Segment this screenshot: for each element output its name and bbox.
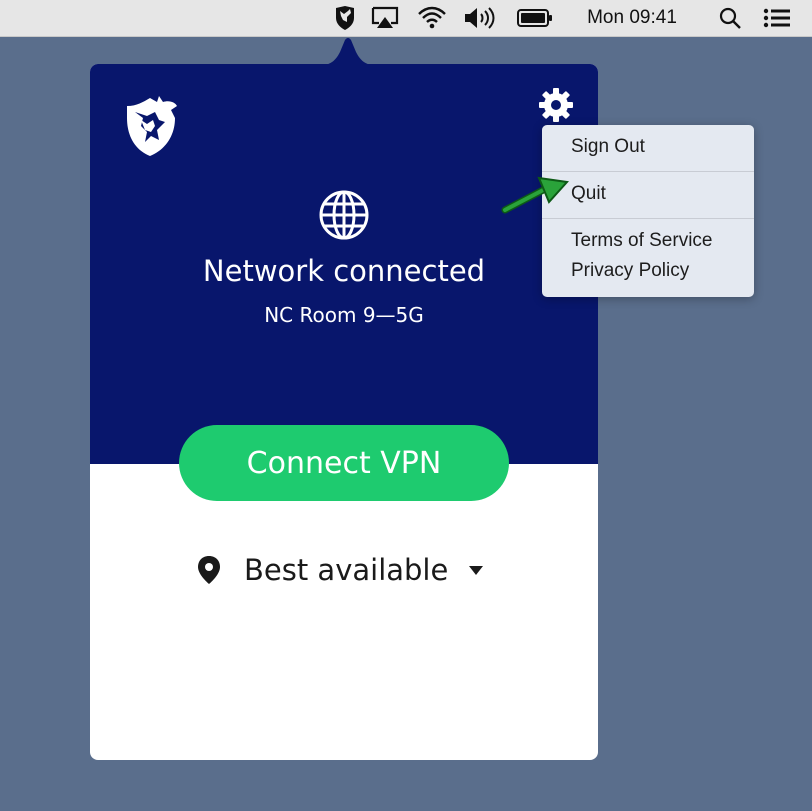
- menu-item-privacy-policy[interactable]: Privacy Policy: [542, 259, 754, 283]
- gear-icon: [539, 88, 573, 122]
- vpn-shield-icon[interactable]: [330, 0, 360, 36]
- menu-item-sign-out[interactable]: Sign Out: [542, 135, 754, 159]
- globe-icon: [319, 190, 369, 240]
- battery-icon[interactable]: [515, 0, 555, 36]
- volume-icon[interactable]: [461, 0, 499, 36]
- airplay-icon[interactable]: [368, 0, 402, 36]
- location-pin-icon: [198, 556, 220, 584]
- menu-bar: Mon 09:41: [0, 0, 812, 37]
- spotlight-search-icon[interactable]: [716, 0, 744, 36]
- annotation-arrow-icon: [501, 176, 569, 214]
- chevron-down-icon: [469, 566, 484, 575]
- wifi-icon[interactable]: [415, 0, 449, 36]
- vpn-popover: Network connected NC Room 9—5G Connect V…: [90, 64, 598, 760]
- location-label: Best available: [244, 553, 449, 587]
- settings-gear-button[interactable]: [539, 88, 573, 122]
- location-selector[interactable]: Best available: [196, 548, 496, 592]
- notification-list-icon[interactable]: [760, 0, 794, 36]
- popover-pointer: [315, 38, 381, 66]
- network-name: NC Room 9—5G: [264, 303, 424, 327]
- menubar-clock[interactable]: Mon 09:41: [572, 0, 692, 36]
- status-header: Network connected NC Room 9—5G: [90, 64, 598, 464]
- brand-logo-icon: [127, 96, 177, 156]
- menu-item-terms-of-service[interactable]: Terms of Service: [542, 229, 754, 253]
- connection-status-title: Network connected: [202, 254, 486, 288]
- connect-vpn-button[interactable]: Connect VPN: [179, 425, 509, 501]
